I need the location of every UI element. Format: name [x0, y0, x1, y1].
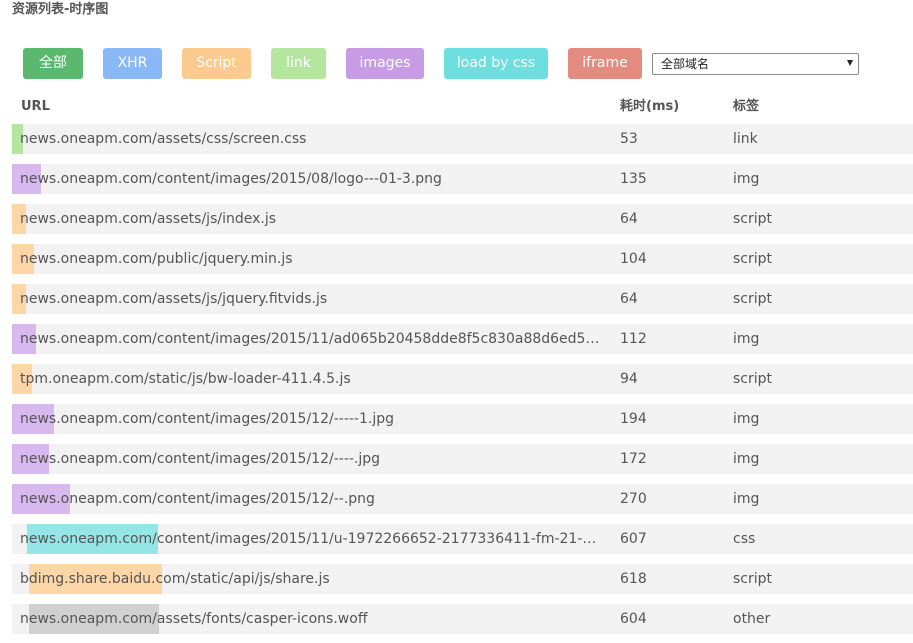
resource-duration: 270 — [620, 491, 647, 507]
resource-duration: 194 — [620, 411, 647, 427]
resource-duration: 172 — [620, 451, 647, 467]
resource-duration: 104 — [620, 251, 647, 267]
resource-duration: 94 — [620, 371, 638, 387]
resource-tag: link — [733, 131, 758, 147]
resource-url: tpm.oneapm.com/static/js/bw-loader-411.4… — [20, 371, 351, 387]
resource-tag: script — [733, 211, 773, 227]
resource-tag: img — [733, 491, 760, 507]
table-row[interactable]: news.oneapm.com/assets/css/screen.css 53 l… — [12, 124, 913, 154]
table-row[interactable]: news.oneapm.com/content/images/2015/12/-… — [12, 444, 913, 474]
resource-tag: img — [733, 451, 760, 467]
resource-url: news.oneapm.com/content/images/2015/08/l… — [20, 171, 442, 187]
resource-url: news.oneapm.com/content/images/2015/12/-… — [20, 411, 394, 427]
resource-tag: script — [733, 251, 773, 267]
resource-url: news.oneapm.com/assets/js/index.js — [20, 211, 277, 227]
resource-tag: img — [733, 171, 760, 187]
resource-url: news.oneapm.com/content/images/2015/11/a… — [20, 331, 604, 347]
resource-table: news.oneapm.com/assets/css/screen.css 53 l… — [0, 0, 913, 643]
resource-tag: img — [733, 331, 760, 347]
resource-url: news.oneapm.com/public/jquery.min.js — [20, 251, 293, 267]
resource-duration: 64 — [620, 211, 638, 227]
resource-tag: other — [733, 611, 771, 627]
table-row[interactable]: bdimg.share.baidu.com/static/api/js/shar… — [12, 564, 913, 594]
table-row[interactable]: news.oneapm.com/assets/js/jquery.fitvids… — [12, 284, 913, 314]
resource-url: news.oneapm.com/content/images/2015/12/-… — [20, 451, 381, 467]
resource-tag: css — [733, 531, 756, 547]
table-row[interactable]: news.oneapm.com/content/images/2015/11/u… — [12, 524, 913, 554]
resource-tag: script — [733, 571, 773, 587]
table-row[interactable]: news.oneapm.com/content/images/2015/12/-… — [12, 404, 913, 434]
resource-url: news.oneapm.com/content/images/2015/12/-… — [20, 491, 375, 507]
resource-duration: 604 — [620, 611, 647, 627]
resource-url: news.oneapm.com/content/images/2015/11/u… — [20, 531, 604, 547]
table-row[interactable]: news.oneapm.com/content/images/2015/08/l… — [12, 164, 913, 194]
resource-duration: 135 — [620, 171, 647, 187]
table-row[interactable]: news.oneapm.com/content/images/2015/12/-… — [12, 484, 913, 514]
resource-duration: 607 — [620, 531, 647, 547]
resource-duration: 618 — [620, 571, 647, 587]
resource-url: bdimg.share.baidu.com/static/api/js/shar… — [20, 571, 330, 587]
table-row[interactable]: news.oneapm.com/public/jquery.min.js 104 s… — [12, 244, 913, 274]
resource-url: news.oneapm.com/assets/css/screen.css — [20, 131, 307, 147]
resource-duration: 112 — [620, 331, 647, 347]
table-row[interactable]: tpm.oneapm.com/static/js/bw-loader-411.4… — [12, 364, 913, 394]
resource-tag: script — [733, 291, 773, 307]
resource-timing-page: 资源列表-时序图 全部 XHR Script link images load … — [0, 0, 913, 643]
resource-tag: img — [733, 411, 760, 427]
resource-duration: 53 — [620, 131, 638, 147]
table-row[interactable]: news.oneapm.com/content/images/2015/11/a… — [12, 324, 913, 354]
resource-url: news.oneapm.com/assets/js/jquery.fitvids… — [20, 291, 328, 307]
resource-duration: 64 — [620, 291, 638, 307]
resource-url: news.oneapm.com/assets/fonts/casper-icon… — [20, 611, 368, 627]
table-row[interactable]: news.oneapm.com/assets/js/index.js 64 scri… — [12, 204, 913, 234]
resource-tag: script — [733, 371, 773, 387]
table-row[interactable]: news.oneapm.com/assets/fonts/casper-icon… — [12, 604, 913, 634]
